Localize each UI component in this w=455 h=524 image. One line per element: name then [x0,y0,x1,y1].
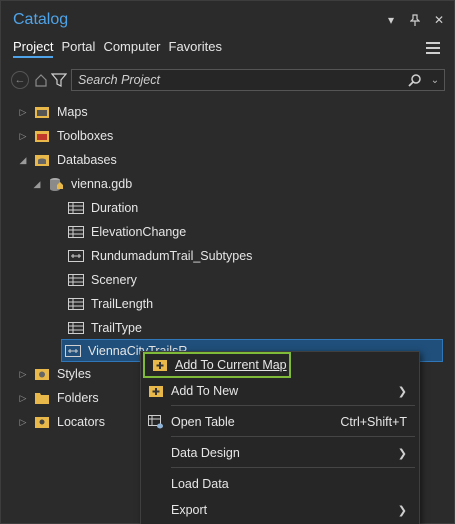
collapse-arrow-icon[interactable]: ◢ [31,179,43,190]
collapse-arrow-icon[interactable]: ◢ [17,155,29,166]
database-folder-icon [33,152,51,168]
table-icon [67,224,85,240]
tree-label: Maps [57,105,88,119]
expand-arrow-icon[interactable]: ▷ [17,393,29,404]
expand-arrow-icon[interactable]: ▷ [17,417,29,428]
tree-item-locators[interactable]: ▷ Locators [17,411,105,433]
search-box[interactable]: ⌄ [71,69,445,91]
catalog-toolbar: ← ⌄ [11,69,445,91]
menu-item-data-design[interactable]: Data Design ❯ [141,440,419,466]
tree-item-relationship[interactable]: RundumadumTrail_Subtypes [51,245,252,267]
filter-icon[interactable] [51,71,67,89]
add-new-icon [141,384,171,398]
menu-label: Load Data [171,477,229,491]
menu-divider [171,405,415,406]
tree-label: Databases [57,153,117,167]
maps-folder-icon [33,104,51,120]
tab-computer[interactable]: Computer [103,39,160,58]
back-icon[interactable]: ← [11,71,29,89]
menu-item-add-to-current-map[interactable]: Add To Current Map [143,352,291,378]
expand-arrow-icon[interactable]: ▷ [17,131,29,142]
tree-item-folders[interactable]: ▷ Folders [17,387,99,409]
catalog-pane: Catalog ▾ ✕ Project Portal Computer Favo… [0,0,455,524]
tree-item-maps[interactable]: ▷ Maps [17,101,88,123]
menu-label: Open Table [171,415,235,429]
tree-item-table[interactable]: TrailType [51,317,142,339]
chevron-down-icon[interactable]: ⌄ [426,75,444,86]
tree-label: Locators [57,415,105,429]
table-icon [67,296,85,312]
styles-folder-icon [33,366,51,382]
table-icon [67,272,85,288]
menu-divider [171,467,415,468]
relationship-class-icon [67,248,85,264]
tree-item-table[interactable]: TrailLength [51,293,153,315]
menu-item-open-table[interactable]: Open Table Ctrl+Shift+T [141,409,419,435]
catalog-tabs: Project Portal Computer Favorites [13,39,230,58]
tree-item-gdb[interactable]: ◢ vienna.gdb [31,173,132,195]
menu-divider [171,436,415,437]
chevron-right-icon: ❯ [397,447,407,460]
pin-icon[interactable] [408,13,422,27]
tree-item-table[interactable]: Duration [51,197,138,219]
tree-label: ElevationChange [91,225,187,239]
context-menu: Add To Current Map Add To New ❯ Open Tab… [140,351,420,524]
chevron-right-icon: ❯ [397,504,407,517]
tree-label: TrailType [91,321,142,335]
pane-title: Catalog [13,11,69,28]
menu-label: Add To New [171,384,239,398]
tree-label: vienna.gdb [71,177,133,191]
menu-item-load-data[interactable]: Load Data [141,471,419,497]
tree-label: TrailLength [91,297,154,311]
relationship-class-icon [64,343,82,359]
menu-item-export[interactable]: Export ❯ [141,497,419,523]
tree-item-table[interactable]: Scenery [51,269,137,291]
geodatabase-icon [47,176,65,192]
home-icon[interactable] [33,71,49,89]
search-input[interactable] [78,73,404,87]
tab-project[interactable]: Project [13,39,54,58]
options-dropdown-icon[interactable]: ▾ [384,13,398,27]
tree-item-styles[interactable]: ▷ Styles [17,363,92,385]
menu-label: Add To Current Map [175,358,287,372]
chevron-right-icon: ❯ [397,385,407,398]
menu-icon[interactable] [426,42,440,57]
tree-item-databases[interactable]: ◢ Databases [17,149,117,171]
tree-item-table[interactable]: ElevationChange [51,221,186,243]
window-controls: ▾ ✕ [384,13,446,27]
locators-folder-icon [33,414,51,430]
search-icon[interactable] [404,73,426,87]
menu-item-add-to-new[interactable]: Add To New ❯ [141,378,419,404]
folder-icon [33,390,51,406]
tree-label: Folders [57,391,99,405]
shortcut-label: Ctrl+Shift+T [340,415,407,429]
tree-label: Styles [57,367,92,381]
table-icon [67,320,85,336]
tree-item-toolboxes[interactable]: ▷ Toolboxes [17,125,114,147]
table-icon [67,200,85,216]
toolbox-folder-icon [33,128,51,144]
tree-label: Scenery [91,273,137,287]
open-table-icon [141,415,171,429]
close-icon[interactable]: ✕ [432,13,446,27]
tab-favorites[interactable]: Favorites [169,39,222,58]
expand-arrow-icon[interactable]: ▷ [17,107,29,118]
menu-label: Export [171,503,208,517]
menu-label: Data Design [171,446,240,460]
expand-arrow-icon[interactable]: ▷ [17,369,29,380]
add-layer-icon [145,358,175,372]
tree-label: Toolboxes [57,129,114,143]
tab-portal[interactable]: Portal [61,39,95,58]
tree-label: RundumadumTrail_Subtypes [91,249,253,263]
tree-label: Duration [91,201,139,215]
